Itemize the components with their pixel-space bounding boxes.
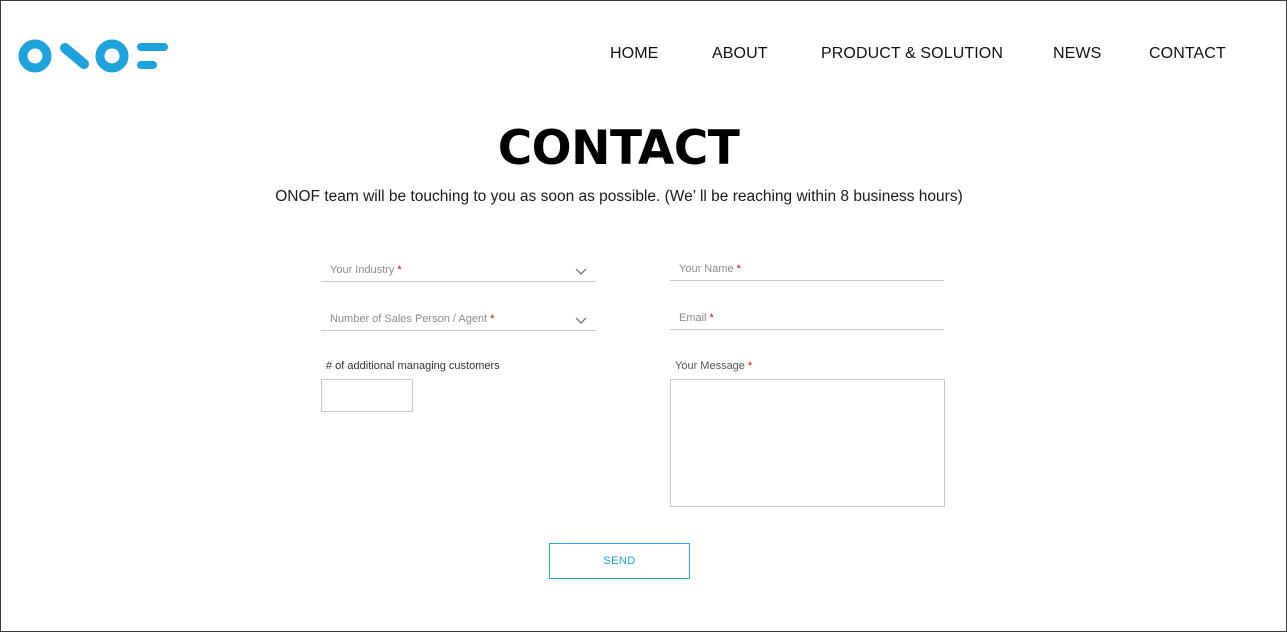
message-label: Your Message *: [675, 360, 752, 372]
managing-customers-label: # of additional managing customers: [326, 360, 500, 372]
page-title: CONTACT: [497, 121, 740, 176]
name-label-text: Your Name: [679, 263, 734, 275]
industry-select[interactable]: Your Industry *: [321, 258, 596, 282]
nav-product-solution[interactable]: PRODUCT & SOLUTION: [821, 45, 1003, 63]
nav-news[interactable]: NEWS: [1053, 45, 1101, 63]
name-field[interactable]: Your Name *: [670, 257, 944, 281]
industry-label-text: Your Industry: [330, 264, 395, 276]
required-marker: *: [747, 360, 753, 372]
sales-agent-select[interactable]: Number of Sales Person / Agent *: [321, 307, 596, 331]
send-button[interactable]: SEND: [549, 543, 690, 579]
page-subtitle: ONOF team will be touching to you as soo…: [275, 188, 963, 205]
email-field[interactable]: Email *: [670, 306, 944, 330]
required-marker: *: [709, 312, 714, 324]
sales-agent-label: Number of Sales Person / Agent *: [330, 313, 494, 325]
main-nav: HOME ABOUT PRODUCT & SOLUTION NEWS CONTA…: [1, 45, 1287, 67]
chevron-down-icon[interactable]: [575, 312, 587, 330]
chevron-down-icon[interactable]: [575, 263, 587, 281]
email-label: Email *: [679, 312, 714, 324]
message-label-text: Your Message: [675, 360, 745, 372]
nav-contact[interactable]: CONTACT: [1149, 45, 1226, 63]
required-marker: *: [397, 264, 402, 276]
nav-home[interactable]: HOME: [610, 45, 658, 63]
nav-about[interactable]: ABOUT: [712, 45, 768, 63]
required-marker: *: [736, 263, 741, 275]
message-textarea[interactable]: [670, 379, 945, 507]
page-frame: HOME ABOUT PRODUCT & SOLUTION NEWS CONTA…: [0, 0, 1287, 632]
sales-agent-label-text: Number of Sales Person / Agent: [330, 313, 488, 325]
required-marker: *: [490, 313, 495, 325]
industry-label: Your Industry *: [330, 264, 402, 276]
email-label-text: Email: [679, 312, 707, 324]
managing-customers-input[interactable]: [321, 379, 413, 412]
name-label: Your Name *: [679, 263, 741, 275]
